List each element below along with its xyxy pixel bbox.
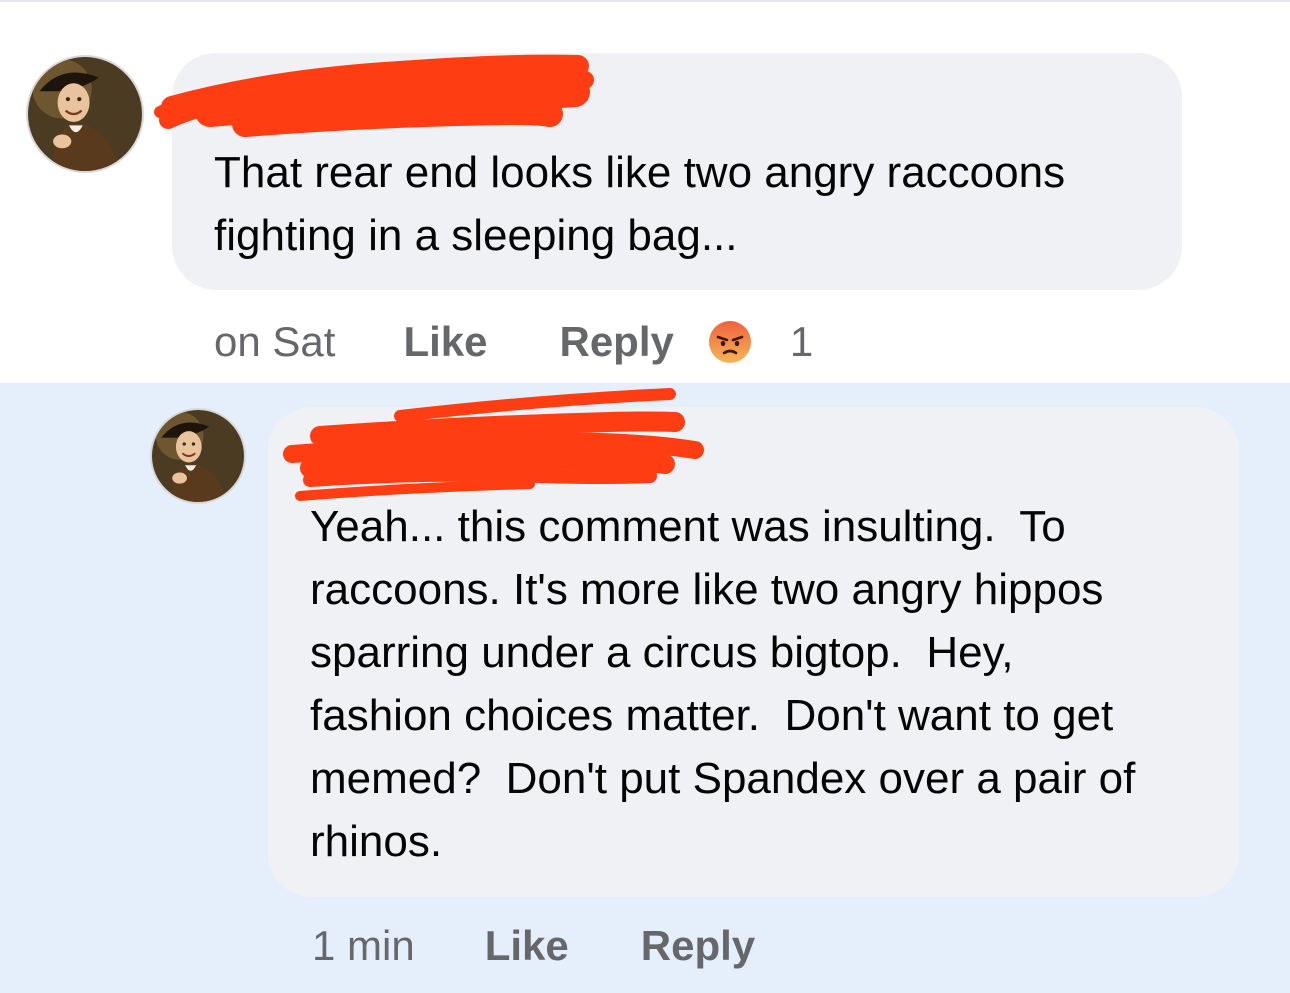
reply-button[interactable]: Reply	[559, 318, 673, 366]
reply-button[interactable]: Reply	[641, 922, 755, 970]
top-divider	[0, 0, 1290, 2]
comment-timestamp[interactable]: on Sat	[214, 318, 335, 366]
reply-author-avatar[interactable]	[152, 410, 244, 502]
comment-text: That rear end looks like two angry racco…	[214, 148, 1066, 260]
profile-portrait-avatar	[152, 410, 244, 502]
like-button[interactable]: Like	[485, 922, 569, 970]
angry-reaction-icon[interactable]	[708, 320, 752, 364]
comment-actions: on Sat Like Reply 1	[214, 312, 813, 372]
commenter-avatar[interactable]	[28, 57, 142, 171]
reply-actions: 1 min Like Reply	[312, 916, 755, 976]
profile-portrait-avatar	[28, 57, 142, 171]
reaction-count[interactable]: 1	[790, 318, 813, 366]
reply-timestamp[interactable]: 1 min	[312, 922, 415, 970]
reply-text: Yeah... this comment was insulting. To r…	[310, 502, 1136, 866]
like-button[interactable]: Like	[403, 318, 487, 366]
